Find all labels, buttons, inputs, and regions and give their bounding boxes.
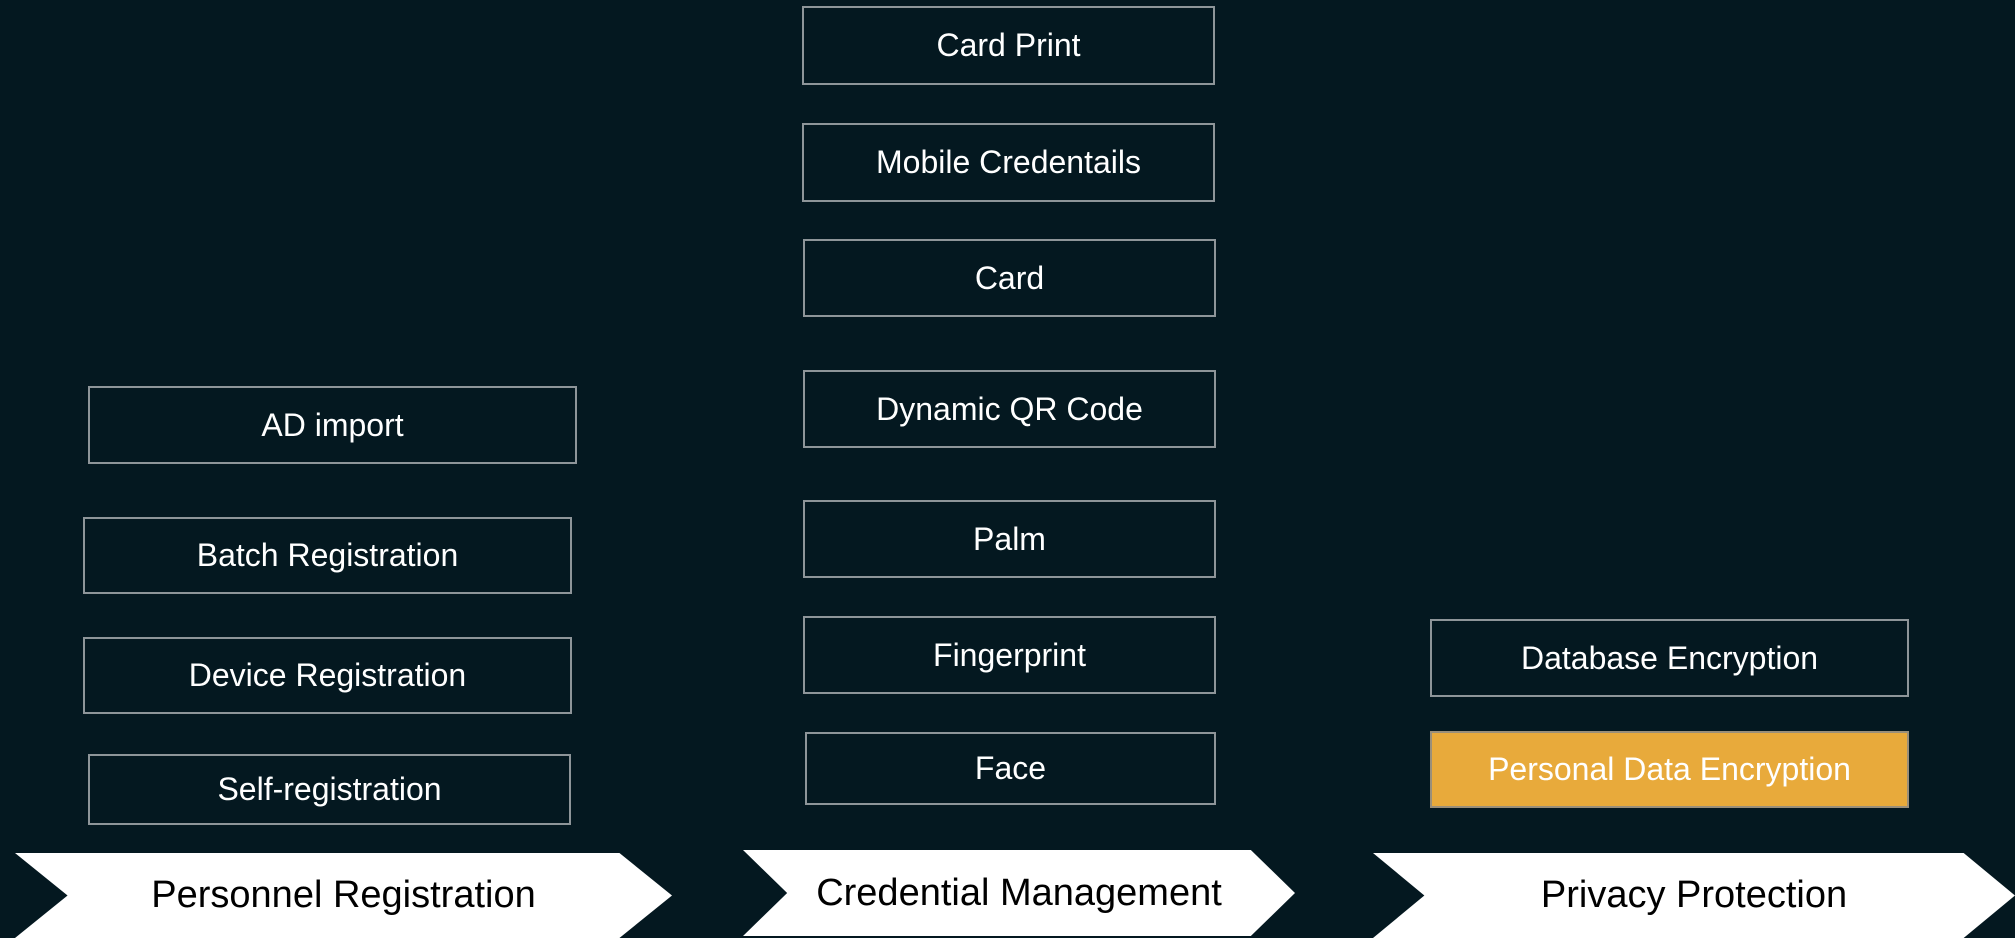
dynamic-qr-code-box: Dynamic QR Code (803, 370, 1216, 448)
self-registration-box: Self-registration (88, 754, 571, 825)
card-print-box: Card Print (802, 6, 1215, 85)
credential-management-label: Credential Management (816, 871, 1222, 914)
mobile-credentails-box: Mobile Credentails (802, 123, 1215, 202)
privacy-protection-chevron: Privacy Protection (1373, 853, 2015, 938)
palm-box: Palm (803, 500, 1216, 578)
personal-data-encryption-box: Personal Data Encryption (1430, 731, 1909, 808)
privacy-protection-label: Privacy Protection (1540, 874, 1848, 916)
database-encryption-box: Database Encryption (1430, 619, 1909, 697)
face-box: Face (805, 732, 1216, 805)
fingerprint-box: Fingerprint (803, 616, 1216, 694)
ad-import-box: AD import (88, 386, 577, 464)
device-registration-box: Device Registration (83, 637, 572, 714)
personnel-registration-chevron: Personnel Registration (15, 853, 672, 938)
card-box: Card (803, 239, 1216, 317)
batch-registration-box: Batch Registration (83, 517, 572, 594)
credential-management-chevron: Credential Management (743, 850, 1295, 936)
personnel-registration-label: Personnel Registration (151, 874, 536, 916)
